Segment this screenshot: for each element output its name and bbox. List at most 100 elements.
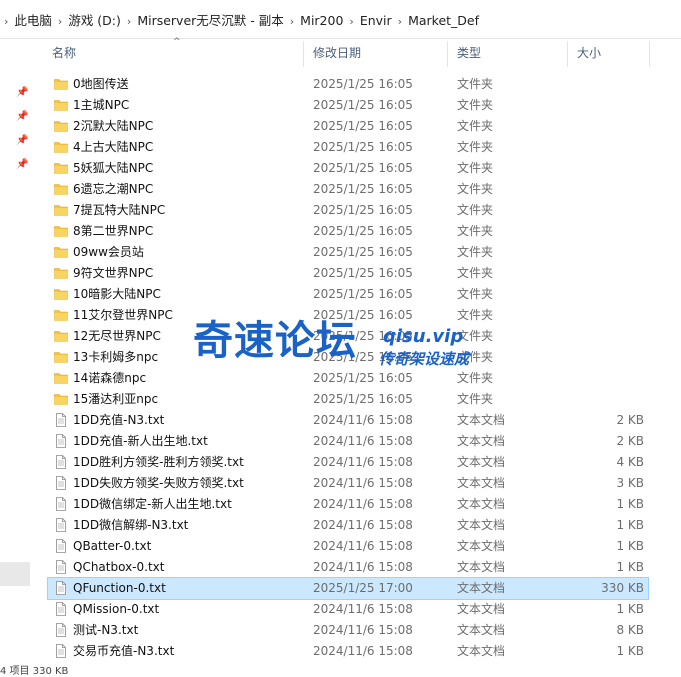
text-file-icon	[54, 518, 68, 532]
chevron-right-icon[interactable]: ›	[125, 15, 133, 28]
file-row[interactable]: QChatbox-0.txt 2024/11/6 15:08 文本文档 1 KB	[48, 557, 648, 578]
file-row[interactable]: 1DD失败方领奖-失败方领奖.txt 2024/11/6 15:08 文本文档 3 K…	[48, 473, 648, 494]
pin-icon[interactable]: 📌	[16, 87, 28, 99]
folder-row[interactable]: 14诺森德npc 2025/1/25 16:05 文件夹	[48, 368, 648, 389]
item-date: 2024/11/6 15:08	[313, 413, 413, 427]
folder-row[interactable]: 0地图传送 2025/1/25 16:05 文件夹	[48, 74, 648, 95]
column-date[interactable]: 修改日期	[313, 39, 361, 67]
file-row[interactable]: 交易币充值-N3.txt 2024/11/6 15:08 文本文档 1 KB	[48, 641, 648, 662]
file-row[interactable]: 1DD微信绑定-新人出生地.txt 2024/11/6 15:08 文本文档 1 KB	[48, 494, 648, 515]
folder-row[interactable]: 09ww会员站 2025/1/25 16:05 文件夹	[48, 242, 648, 263]
breadcrumb-item[interactable]: Mir200	[296, 11, 347, 31]
sort-up-icon: ^	[173, 37, 181, 47]
folder-row[interactable]: 8第二世界NPC 2025/1/25 16:05 文件夹	[48, 221, 648, 242]
item-date: 2025/1/25 16:05	[313, 203, 413, 217]
folder-row[interactable]: 5妖狐大陆NPC 2025/1/25 16:05 文件夹	[48, 158, 648, 179]
item-date: 2024/11/6 15:08	[313, 644, 413, 658]
item-date: 2024/11/6 15:08	[313, 434, 413, 448]
file-row[interactable]: 1DD充值-N3.txt 2024/11/6 15:08 文本文档 2 KB	[48, 410, 648, 431]
item-name: 13卡利姆多npc	[73, 350, 159, 364]
item-type: 文本文档	[457, 455, 506, 469]
chevron-right-icon[interactable]: ›	[347, 15, 355, 28]
folder-icon	[54, 266, 68, 280]
file-row[interactable]: QFunction-0.txt 2025/1/25 17:00 文本文档 330 KB	[47, 577, 649, 600]
file-row[interactable]: 测试-N3.txt 2024/11/6 15:08 文本文档 8 KB	[48, 620, 648, 641]
item-date: 2025/1/25 16:05	[313, 77, 413, 91]
item-type: 文本文档	[457, 434, 506, 448]
item-date: 2024/11/6 15:08	[313, 560, 413, 574]
item-date: 2024/11/6 15:08	[313, 602, 413, 616]
item-name: 交易币充值-N3.txt	[73, 644, 175, 658]
item-name: 15潘达利亚npc	[73, 392, 159, 406]
text-file-icon	[54, 581, 68, 595]
folder-row[interactable]: 7提瓦特大陆NPC 2025/1/25 16:05 文件夹	[48, 200, 648, 221]
folder-icon	[54, 98, 68, 112]
item-name: 10暗影大陆NPC	[73, 287, 161, 301]
item-date: 2024/11/6 15:08	[313, 455, 413, 469]
column-divider[interactable]	[303, 41, 304, 67]
folder-row[interactable]: 6遗忘之潮NPC 2025/1/25 16:05 文件夹	[48, 179, 648, 200]
chevron-right-icon[interactable]: ›	[288, 15, 296, 28]
item-name: 1DD充值-N3.txt	[73, 413, 165, 427]
breadcrumb-item[interactable]: Mirserver无尽沉默 - 副本	[133, 11, 287, 31]
item-type: 文件夹	[457, 350, 494, 364]
folder-row[interactable]: 10暗影大陆NPC 2025/1/25 16:05 文件夹	[48, 284, 648, 305]
file-row[interactable]: QBatter-0.txt 2024/11/6 15:08 文本文档 1 KB	[48, 536, 648, 557]
item-name: QMission-0.txt	[73, 602, 160, 616]
folder-row[interactable]: 13卡利姆多npc 2025/1/25 16:05 文件夹	[48, 347, 648, 368]
chevron-right-icon[interactable]: ›	[56, 15, 64, 28]
pin-icon[interactable]: 📌	[16, 135, 28, 147]
item-date: 2025/1/25 16:05	[313, 119, 413, 133]
breadcrumb-item[interactable]: Envir	[356, 11, 396, 31]
folder-row[interactable]: 15潘达利亚npc 2025/1/25 16:05 文件夹	[48, 389, 648, 410]
folder-row[interactable]: 2沉默大陆NPC 2025/1/25 16:05 文件夹	[48, 116, 648, 137]
column-divider[interactable]	[447, 41, 448, 67]
address-bar[interactable]: › 此电脑 › 游戏 (D:) › Mirserver无尽沉默 - 副本 › Mir200 › E…	[0, 0, 681, 39]
item-size: 1 KB	[616, 644, 644, 658]
item-size: 3 KB	[616, 476, 644, 490]
file-row[interactable]: 1DD胜利方领奖-胜利方领奖.txt 2024/11/6 15:08 文本文档 4 K…	[48, 452, 648, 473]
item-type: 文件夹	[457, 287, 494, 301]
item-size: 1 KB	[616, 560, 644, 574]
folder-row[interactable]: 11艾尔登世界NPC 2025/1/25 16:05 文件夹	[48, 305, 648, 326]
pin-icon[interactable]: 📌	[16, 111, 28, 123]
chevron-right-icon[interactable]: ›	[0, 15, 10, 28]
column-size[interactable]: 大小	[577, 39, 601, 67]
item-name: 测试-N3.txt	[73, 623, 139, 637]
item-type: 文本文档	[457, 560, 506, 574]
column-divider[interactable]	[567, 41, 568, 67]
breadcrumb-item[interactable]: 此电脑	[10, 11, 56, 31]
folder-row[interactable]: 12无尽世界NPC 2025/1/25 16:05 文件夹	[48, 326, 648, 347]
folder-icon	[54, 245, 68, 259]
file-row[interactable]: 1DD充值-新人出生地.txt 2024/11/6 15:08 文本文档 2 KB	[48, 431, 648, 452]
column-type[interactable]: 类型	[457, 39, 481, 67]
nav-selected-item[interactable]	[0, 562, 30, 586]
file-row[interactable]: 1DD微信解绑-N3.txt 2024/11/6 15:08 文本文档 1 KB	[48, 515, 648, 536]
text-file-icon	[54, 623, 68, 637]
folder-icon	[54, 287, 68, 301]
text-file-icon	[54, 560, 68, 574]
item-date: 2025/1/25 16:05	[313, 392, 413, 406]
item-type: 文本文档	[457, 518, 506, 532]
item-name: 1DD微信绑定-新人出生地.txt	[73, 497, 232, 511]
column-divider[interactable]	[649, 41, 650, 67]
file-list: 0地图传送 2025/1/25 16:05 文件夹 1主城NPC 2025/1/25 1…	[47, 74, 649, 662]
folder-row[interactable]: 4上古大陆NPC 2025/1/25 16:05 文件夹	[48, 137, 648, 158]
item-type: 文本文档	[457, 413, 506, 427]
file-row[interactable]: QMission-0.txt 2024/11/6 15:08 文本文档 1 KB	[48, 599, 648, 620]
chevron-right-icon[interactable]: ›	[396, 15, 404, 28]
item-type: 文件夹	[457, 119, 494, 133]
column-header: 名称 ^ 修改日期 类型 大小	[45, 37, 651, 67]
column-name[interactable]: 名称	[52, 39, 76, 67]
folder-row[interactable]: 1主城NPC 2025/1/25 16:05 文件夹	[48, 95, 648, 116]
item-name: 1DD微信解绑-N3.txt	[73, 518, 189, 532]
item-type: 文件夹	[457, 371, 494, 385]
item-size: 1 KB	[616, 602, 644, 616]
item-type: 文件夹	[457, 98, 494, 112]
breadcrumb-item[interactable]: 游戏 (D:)	[64, 11, 125, 31]
folder-icon	[54, 308, 68, 322]
folder-row[interactable]: 9符文世界NPC 2025/1/25 16:05 文件夹	[48, 263, 648, 284]
breadcrumb-item[interactable]: Market_Def	[404, 11, 483, 31]
item-date: 2025/1/25 16:05	[313, 224, 413, 238]
pin-icon[interactable]: 📌	[16, 159, 28, 171]
